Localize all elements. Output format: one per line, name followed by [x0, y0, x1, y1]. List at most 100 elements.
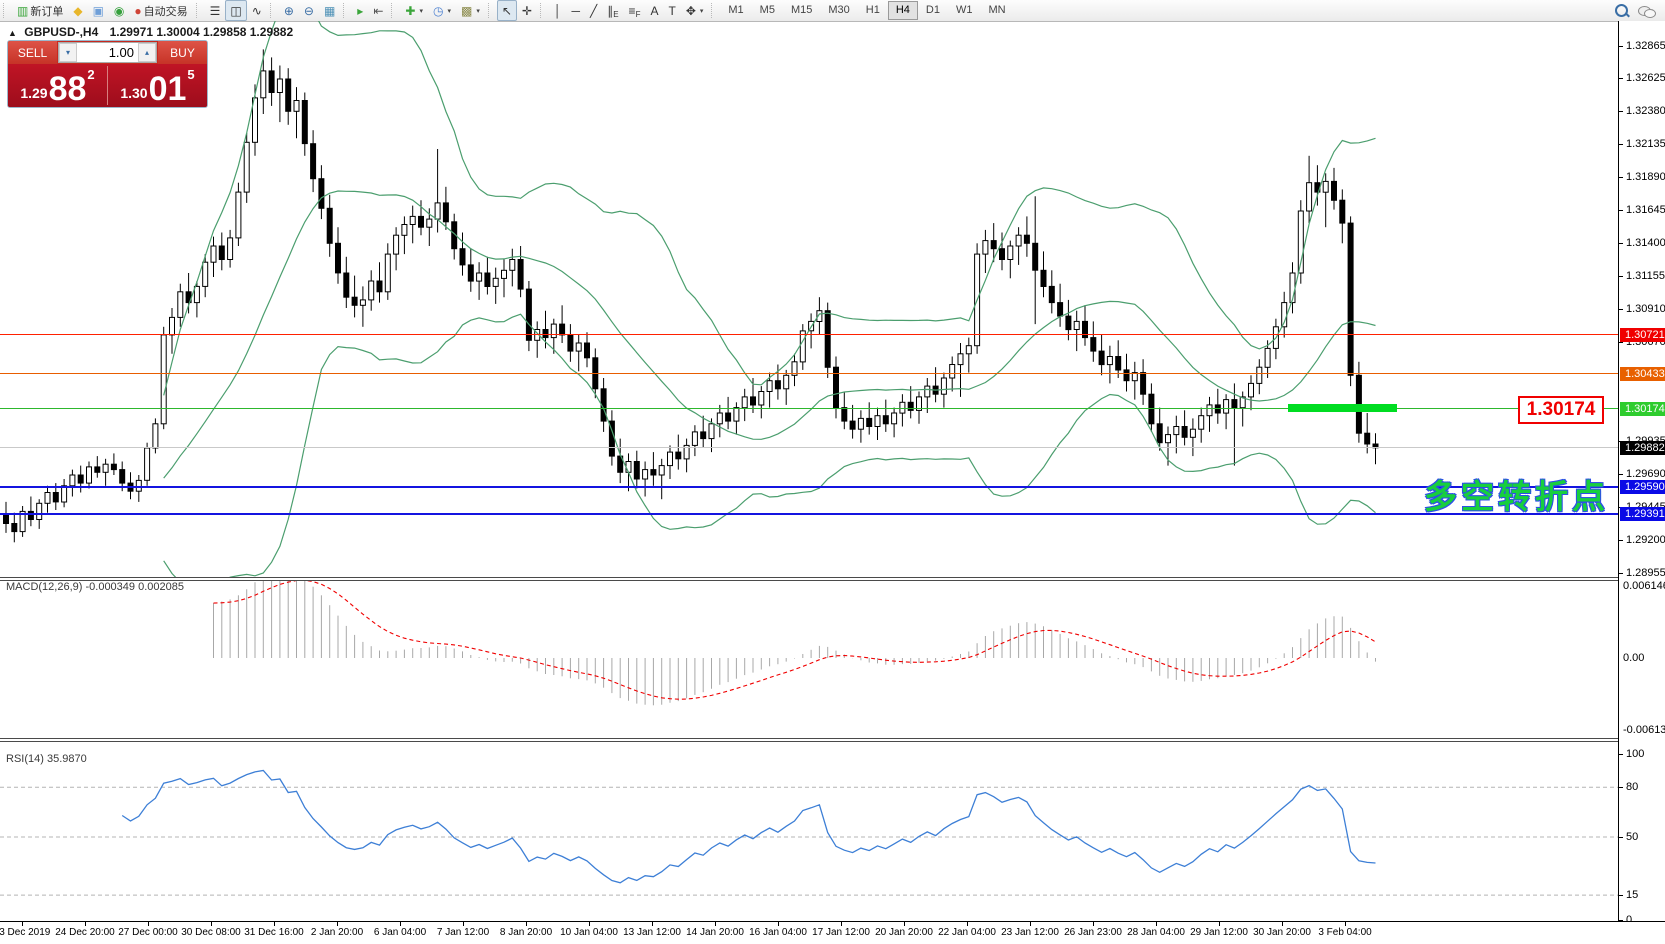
price-axis[interactable]: 1.328651.326251.323801.321351.318901.316… [1618, 21, 1665, 921]
label-button[interactable]: T [663, 0, 680, 21]
time-tick-label: 30 Jan 20:00 [1253, 927, 1311, 938]
zoom-in-button[interactable]: ⊕ [279, 0, 299, 21]
time-tick-label: 24 Dec 20:00 [55, 927, 115, 938]
periods-button[interactable]: ◷▾ [428, 0, 456, 21]
chart-shift-button[interactable]: ⇤ [368, 0, 388, 21]
price-tick-label: 1.30910 [1626, 303, 1665, 315]
bid-line[interactable] [0, 447, 1618, 448]
support-line-1[interactable] [0, 486, 1618, 488]
volume-decrease-button[interactable]: ▾ [59, 43, 77, 62]
sell-button[interactable]: SELL [8, 41, 57, 64]
rsi-label: RSI(14) 35.9870 [6, 753, 87, 765]
macd-pane[interactable] [0, 580, 1618, 738]
macd-label: MACD(12,26,9) -0.000349 0.002085 [6, 581, 184, 593]
dropdown-caret-icon: ▾ [476, 7, 480, 15]
toolbar-grip [196, 3, 201, 18]
time-tick-label: 8 Jan 20:00 [500, 927, 552, 938]
resistance-line-1[interactable] [0, 334, 1618, 335]
rsi-pane[interactable] [0, 741, 1618, 921]
time-tick-label: 29 Jan 12:00 [1190, 927, 1248, 938]
time-tick-label: 13 Jan 12:00 [623, 927, 681, 938]
timeframe-m1-button[interactable]: M1 [720, 1, 751, 20]
timeframe-h1-button[interactable]: H1 [858, 1, 888, 20]
new-order-icon: ▥ [17, 5, 28, 17]
tile-windows-button[interactable]: ▦ [319, 0, 340, 21]
sell-price[interactable]: 1.29882 [8, 64, 107, 107]
timeframe-d1-button[interactable]: D1 [918, 1, 948, 20]
time-tick-label: 16 Jan 04:00 [749, 927, 807, 938]
signals-button[interactable]: ◉ [109, 0, 129, 21]
zoom-out-button[interactable]: ⊖ [299, 0, 319, 21]
price-tick-label: 1.31645 [1626, 204, 1665, 216]
price-tick-label: 1.32865 [1626, 40, 1665, 52]
crosshair-button[interactable]: ✛ [517, 0, 537, 21]
volume-value[interactable]: 1.00 [77, 43, 138, 62]
metaeditor-button[interactable]: ◆ [68, 0, 87, 21]
vertical-line-button[interactable]: │ [549, 0, 567, 21]
zoom-out-icon: ⊖ [304, 5, 314, 17]
time-axis[interactable]: 23 Dec 201924 Dec 20:0027 Dec 00:0030 De… [0, 921, 1665, 944]
turning-point-annotation[interactable]: 多空转折点 [1424, 470, 1609, 518]
time-tick-label: 23 Jan 12:00 [1001, 927, 1059, 938]
terminal-button[interactable]: ▣ [88, 0, 109, 21]
pivot-price-label[interactable]: 1.30174 [1518, 396, 1604, 424]
trendline-button[interactable]: ╱ [585, 0, 602, 21]
indicators-icon: ✚ [405, 5, 415, 17]
timeframe-m30-button[interactable]: M30 [820, 1, 857, 20]
timeframe-m5-button[interactable]: M5 [752, 1, 783, 20]
price-tick-label: 1.31890 [1626, 171, 1665, 183]
buy-price[interactable]: 1.30015 [108, 64, 207, 107]
timeframe-mn-button[interactable]: MN [980, 1, 1013, 20]
price-tick-label: 1.31155 [1626, 270, 1665, 282]
candlestick-chart-button[interactable]: ◫ [225, 0, 246, 21]
timeframe-w1-button[interactable]: W1 [948, 1, 981, 20]
chart-autoscroll-button[interactable]: ▸ [352, 0, 368, 21]
line-chart-button[interactable]: ∿ [247, 0, 267, 21]
search-icon[interactable] [1615, 4, 1628, 17]
pivot-highlight-segment[interactable] [1288, 404, 1397, 412]
channel-button[interactable]: ∥E [602, 0, 623, 21]
text-button[interactable]: A [645, 0, 663, 21]
crosshair-icon: ✛ [522, 5, 532, 17]
timeframe-m15-button[interactable]: M15 [783, 1, 820, 20]
time-tick-label: 14 Jan 20:00 [686, 927, 744, 938]
fibonacci-button[interactable]: ≡F [624, 0, 646, 21]
support-line-2[interactable] [0, 513, 1618, 515]
volume-increase-button[interactable]: ▴ [138, 43, 156, 62]
price-tick-label: 1.32380 [1626, 105, 1665, 117]
tile-windows-icon: ▦ [324, 5, 335, 17]
price-badge: 1.30721 [1620, 328, 1665, 342]
fibonacci-icon: ≡ [629, 5, 636, 17]
time-tick-label: 7 Jan 12:00 [437, 927, 489, 938]
price-badge: 1.29391 [1620, 507, 1665, 521]
toolbar-grip [488, 3, 493, 18]
pane-separator-2[interactable] [0, 738, 1665, 742]
collapse-panel-icon[interactable]: ▲ [8, 28, 17, 38]
time-tick-label: 30 Dec 08:00 [181, 927, 241, 938]
bar-chart-button[interactable]: ☰ [205, 0, 226, 21]
indicators-button[interactable]: ✚▾ [400, 0, 428, 21]
trendline-icon: ╱ [590, 5, 597, 17]
price-badge: 1.29590 [1620, 480, 1665, 494]
terminal-icon: ▣ [93, 5, 104, 17]
volume-stepper[interactable]: ▾ 1.00 ▴ [58, 42, 157, 63]
autotrading-button[interactable]: ●自动交易 [129, 0, 192, 21]
time-tick-label: 6 Jan 04:00 [374, 927, 426, 938]
pane-separator-1[interactable] [0, 577, 1665, 581]
bar-chart-icon: ☰ [210, 5, 221, 17]
arrows-button[interactable]: ✥▾ [681, 0, 709, 21]
chart-shift-icon: ⇤ [373, 5, 383, 17]
cursor-button[interactable]: ↖ [497, 0, 517, 21]
templates-button[interactable]: ▩▾ [456, 0, 485, 21]
horizontal-line-button[interactable]: ─ [566, 0, 585, 21]
toolbar-grip [711, 3, 716, 18]
buy-button[interactable]: BUY [158, 41, 207, 64]
new-order-button[interactable]: ▥新订单 [12, 0, 68, 21]
time-tick-label: 27 Dec 00:00 [118, 927, 178, 938]
resistance-line-2[interactable] [0, 373, 1618, 374]
candlestick-chart-icon: ◫ [230, 5, 241, 17]
price-tick-label: 1.32135 [1626, 138, 1665, 150]
main-chart-pane[interactable] [0, 21, 1618, 577]
timeframe-h4-button[interactable]: H4 [888, 1, 918, 20]
chat-icon[interactable] [1638, 6, 1651, 16]
